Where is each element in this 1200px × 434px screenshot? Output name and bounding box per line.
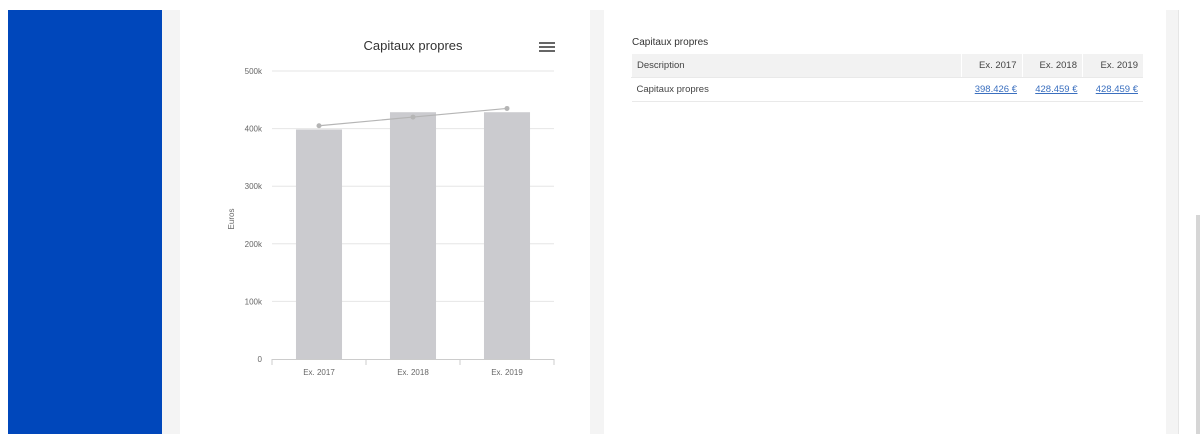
cell-2017: 398.426 € [961,77,1022,102]
hamburger-icon-bar [539,50,555,52]
equity-table: Description Ex. 2017 Ex. 2018 Ex. 2019 C… [631,54,1143,102]
value-link-2018[interactable]: 428.459 € [1035,84,1077,95]
chart-title: Capitaux propres [364,38,463,53]
header-2019: Ex. 2019 [1082,54,1143,78]
scrollbar-track[interactable] [1178,10,1197,434]
table-header-row: Description Ex. 2017 Ex. 2018 Ex. 2019 [631,54,1143,78]
header-description: Description [631,54,962,78]
header-2018: Ex. 2018 [1021,54,1083,78]
y-tick-label: 100k [245,297,263,306]
y-tick-label: 500k [245,67,263,76]
trend-point [504,105,510,111]
value-link-2017[interactable]: 398.426 € [975,84,1017,95]
cell-2018: 428.459 € [1022,77,1083,102]
chart-menu-button[interactable] [538,40,556,56]
sidebar [8,10,162,434]
value-link-2019[interactable]: 428.459 € [1096,84,1138,95]
hamburger-icon-bar [539,46,555,48]
y-tick-label: 200k [245,240,263,249]
y-tick-label: 400k [245,125,263,134]
y-axis-title: Euros [227,209,236,230]
y-tick-label: 300k [245,182,263,191]
table-row: Capitaux propres 398.426 € 428.459 € 428… [631,77,1143,102]
trend-point [316,123,322,129]
hamburger-icon-bar [539,42,555,44]
cell-2019: 428.459 € [1082,77,1143,102]
bar-ex-2017 [295,129,343,359]
bar-ex-2018 [389,112,437,360]
x-tick-label: Ex. 2018 [397,368,429,377]
header-2017: Ex. 2017 [961,54,1022,78]
x-tick-label: Ex. 2017 [303,368,335,377]
equity-chart: Capitaux propres 0 100k 200k 300k 400k 500k Eur… [227,38,555,377]
y-tick-label: 0 [258,355,263,364]
x-tick-label: Ex. 2019 [491,368,523,377]
bar-ex-2019 [483,112,531,360]
table-title: Capitaux propres [632,37,709,48]
row-label: Capitaux propres [631,77,962,102]
scrollbar-thumb[interactable] [1196,215,1200,434]
trend-point [410,114,416,120]
